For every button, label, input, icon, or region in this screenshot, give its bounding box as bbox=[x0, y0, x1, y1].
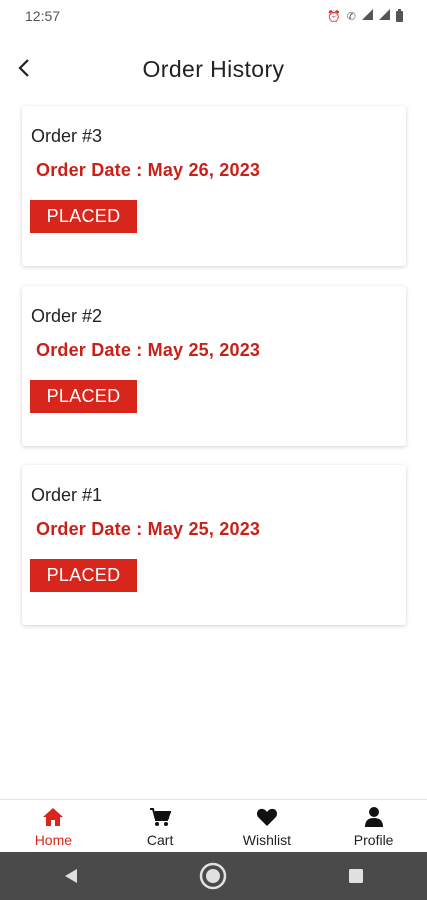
status-badge: PLACED bbox=[30, 559, 137, 592]
nav-item-cart[interactable]: Cart bbox=[107, 800, 214, 852]
alarm-icon: ⏰ bbox=[327, 10, 341, 23]
page-title: Order History bbox=[142, 56, 285, 82]
order-card[interactable]: Order #1 Order Date : May 25, 2023 PLACE… bbox=[22, 465, 406, 625]
nav-label-wishlist: Wishlist bbox=[242, 832, 291, 848]
status-time: 12:57 bbox=[25, 8, 61, 24]
order-date: Order Date : May 25, 2023 bbox=[36, 519, 261, 539]
system-nav-bar bbox=[0, 852, 427, 900]
order-card[interactable]: Order #2 Order Date : May 25, 2023 PLACE… bbox=[22, 286, 406, 446]
nav-item-profile[interactable]: Profile bbox=[320, 800, 427, 852]
nav-item-wishlist[interactable]: Wishlist bbox=[214, 800, 321, 852]
system-home-button[interactable] bbox=[193, 856, 233, 896]
status-bar: 12:57 ⏰ ✆ bbox=[0, 0, 427, 32]
nav-label-profile: Profile bbox=[353, 832, 394, 848]
order-card[interactable]: Order #3 Order Date : May 26, 2023 PLACE… bbox=[22, 106, 406, 266]
order-date: Order Date : May 26, 2023 bbox=[36, 160, 261, 180]
bottom-nav: Home Cart Wishlist Profile bbox=[0, 799, 427, 852]
order-title: Order #3 bbox=[31, 126, 103, 146]
order-title: Order #1 bbox=[31, 485, 103, 505]
status-icons: ⏰ ✆ bbox=[327, 8, 403, 23]
home-circle-icon bbox=[200, 862, 227, 890]
status-badge: PLACED bbox=[30, 200, 137, 233]
lte-signal-icon bbox=[379, 9, 390, 23]
nav-label-cart: Cart bbox=[146, 832, 174, 848]
signal-icon bbox=[362, 9, 373, 23]
system-recents-button[interactable] bbox=[336, 856, 376, 896]
header: Order History bbox=[0, 48, 427, 94]
battery-icon bbox=[396, 8, 403, 22]
system-back-button[interactable] bbox=[51, 856, 91, 896]
nav-item-home[interactable]: Home bbox=[0, 800, 107, 852]
recents-square-icon bbox=[348, 869, 363, 883]
status-badge: PLACED bbox=[30, 380, 137, 413]
user-icon bbox=[363, 806, 385, 828]
nav-label-home: Home bbox=[34, 832, 73, 848]
cart-icon bbox=[149, 806, 172, 828]
order-date: Order Date : May 25, 2023 bbox=[36, 340, 261, 360]
home-icon bbox=[42, 806, 64, 828]
wifi-call-icon: ✆ bbox=[346, 10, 356, 23]
order-title: Order #2 bbox=[31, 306, 103, 326]
back-triangle-icon bbox=[65, 869, 78, 883]
heart-icon bbox=[256, 806, 278, 828]
